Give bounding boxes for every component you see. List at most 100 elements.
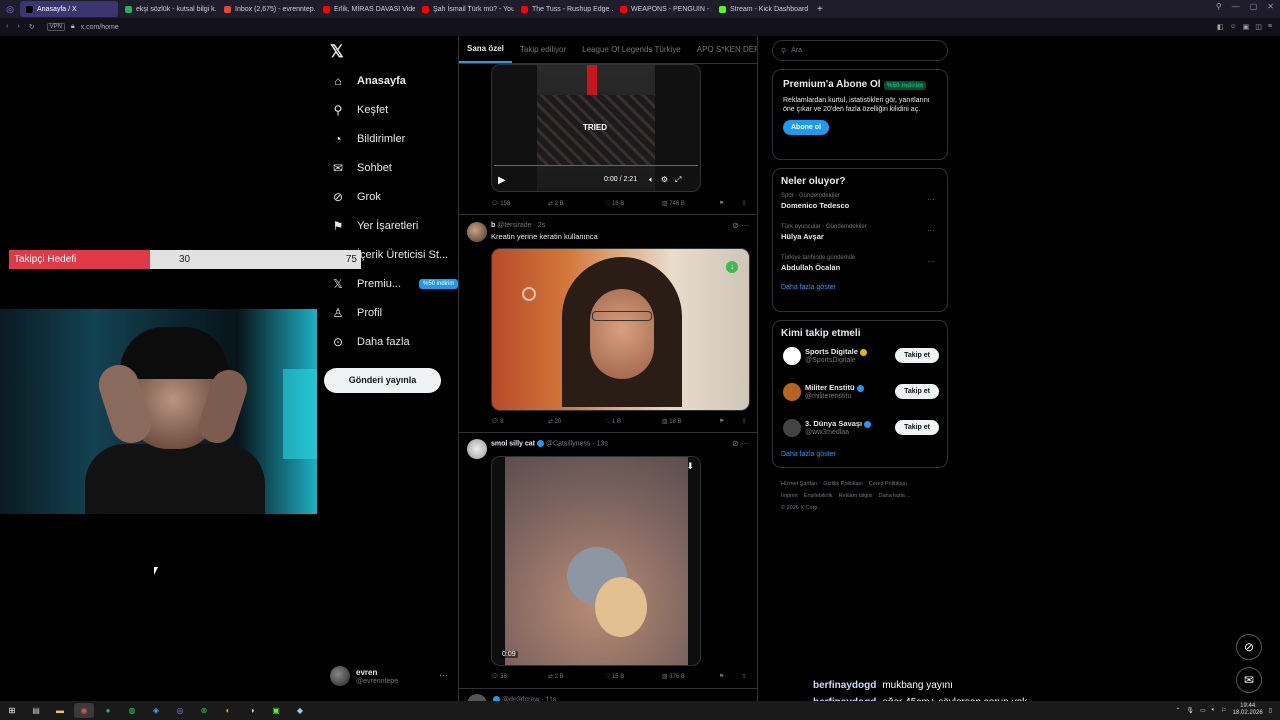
x-logo-icon[interactable]: 𝕏 xyxy=(330,42,344,62)
more-dots-icon[interactable]: ··· xyxy=(741,439,749,448)
bookmark-icon[interactable]: ⚑ xyxy=(719,200,742,207)
nav-item-mail[interactable]: ✉ Sohbet xyxy=(331,161,392,175)
xbox-icon[interactable]: ⊗ xyxy=(194,703,214,718)
steam-icon[interactable]: ◆ xyxy=(290,703,310,718)
account-switcher[interactable]: evren @evrenntepe ··· xyxy=(330,666,448,688)
share-icon[interactable]: ⇪ xyxy=(742,673,753,680)
tweet-handle[interactable]: @tersirade · 2s xyxy=(497,222,545,229)
tweet-handle[interactable]: @Catsillyness · 13s xyxy=(546,440,608,447)
menu-icon[interactable]: ≡ xyxy=(1268,23,1272,31)
download-icon[interactable]: ↓ xyxy=(726,261,738,273)
video-player[interactable]: TRIED ▶ 0:00 / 2:21 🔈︎ ⚙ ⤢ xyxy=(491,64,701,192)
bookmark-icon[interactable]: ⚑ xyxy=(719,418,742,425)
mic-icon[interactable]: 🎙︎ xyxy=(1186,707,1194,714)
file-explorer-icon[interactable]: ▬ xyxy=(50,703,70,718)
reply-button[interactable]: 💬︎ 8 xyxy=(491,418,548,425)
kick-icon[interactable]: ▣ xyxy=(266,703,286,718)
post-button[interactable]: Gönderi yayınla xyxy=(324,368,441,393)
browser-tab[interactable]: The Tuss - Rushup Edge ... xyxy=(515,1,613,17)
trends-more-link[interactable]: Daha fazla göster xyxy=(781,284,939,291)
lock-icon[interactable]: 🔒︎ xyxy=(71,23,75,31)
app-blue-icon[interactable]: ◈ xyxy=(146,703,166,718)
fullscreen-icon[interactable]: ⤢ xyxy=(675,175,681,185)
footer-link[interactable]: Gizlilik Politikası xyxy=(823,481,862,487)
repost-button[interactable]: ⇄ 2 B xyxy=(548,673,605,680)
more-dots-icon[interactable]: ··· xyxy=(927,195,935,204)
spotify-icon[interactable]: ● xyxy=(98,703,118,718)
footer-link[interactable]: Erişilebilirlik xyxy=(804,493,833,499)
grok-icon[interactable]: ⊘ xyxy=(1236,634,1262,660)
grok-icon[interactable]: ⊘ xyxy=(732,439,739,448)
avatar[interactable] xyxy=(783,347,801,365)
settings-icon[interactable]: ⚙ xyxy=(661,175,668,185)
feed-tab[interactable]: Takip ediliyor xyxy=(512,36,574,63)
nav-item-search[interactable]: ⚲ Keşfet xyxy=(331,103,389,117)
follow-more-link[interactable]: Daha fazla göster xyxy=(781,451,939,458)
feed-tab[interactable]: Sana özel xyxy=(459,36,512,63)
whatsapp-icon[interactable]: ◍ xyxy=(122,703,142,718)
task-view-icon[interactable]: ▤ xyxy=(26,703,46,718)
like-button[interactable]: ♡ 15 B xyxy=(605,673,662,680)
volume-icon[interactable]: 🔈︎ xyxy=(649,175,654,185)
footer-link[interactable]: © 2026 X Corp. xyxy=(781,505,819,511)
browser-tab[interactable]: Anasayfa / X xyxy=(20,1,118,17)
messages-icon[interactable]: ✉ xyxy=(1236,667,1262,693)
browser-tab[interactable]: Şah İsmail Türk mü? - You... xyxy=(416,1,514,17)
browser-tab[interactable]: Stream - Kick Dashboard xyxy=(713,1,811,17)
reply-button[interactable]: 💬︎ 158 xyxy=(491,200,548,207)
play-icon[interactable]: ▶ xyxy=(498,175,506,186)
follow-suggestion[interactable]: Sports Digitale @SportsDigitale Takip et xyxy=(781,343,939,375)
subscribe-button[interactable]: Abone ol xyxy=(783,120,829,135)
language-icon[interactable]: ⚐ xyxy=(1221,707,1226,714)
volume-icon[interactable]: 🔈︎ xyxy=(1212,707,1216,714)
nav-item-profile[interactable]: ♙ Profil xyxy=(331,306,382,320)
more-dots-icon[interactable]: ··· xyxy=(439,670,448,680)
nav-item-grok[interactable]: ⊘ Grok xyxy=(331,190,381,204)
tweet-media-video[interactable]: ⬇ 0:09 xyxy=(491,456,701,666)
follow-button[interactable]: Takip et xyxy=(895,420,939,435)
clock[interactable]: 19:44 18.02.2026 xyxy=(1233,703,1263,717)
start-icon[interactable]: ⊞ xyxy=(2,703,22,718)
avatar[interactable] xyxy=(467,222,487,242)
follow-suggestion[interactable]: Militer Enstitü @militerenstitu Takip et xyxy=(781,379,939,411)
tab-search-icon[interactable]: ⚲ xyxy=(1216,2,1222,11)
app-red-icon[interactable]: ◉ xyxy=(74,703,94,718)
nav-item-home[interactable]: ⌂ Anasayfa xyxy=(331,74,406,88)
avatar[interactable] xyxy=(467,439,487,459)
maximize-icon[interactable]: ▢ xyxy=(1250,2,1258,11)
trend-item[interactable]: Türk oyuncular · Gündemdekiler Hülya Avşa… xyxy=(781,224,939,249)
footer-link[interactable]: Çerez Politikası xyxy=(869,481,907,487)
search-input[interactable]: ⚲ Ara xyxy=(772,40,948,61)
nav-item-bookmark[interactable]: ⚑ Yer İşaretleri xyxy=(331,219,419,233)
trend-item[interactable]: Spor · Gündemdekiler Domenico Tedesco ··· xyxy=(781,193,939,218)
obs-icon[interactable]: ◑ xyxy=(242,703,262,718)
more-dots-icon[interactable]: ··· xyxy=(927,226,935,235)
tweet-author[interactable]: smol silly cat xyxy=(491,440,535,447)
wallet-icon[interactable]: ▣ xyxy=(1243,23,1250,31)
browser-taskbar-icon[interactable]: ◎ xyxy=(170,703,190,718)
avatar[interactable] xyxy=(783,383,801,401)
tweet-media-image[interactable]: ↓ xyxy=(491,248,750,411)
views-button[interactable]: ▥ 746 B xyxy=(662,200,719,207)
browser-tab[interactable]: WEAPONS - PENGUIN - ... xyxy=(614,1,712,17)
browser-tab[interactable]: Erlik, MİRAS DAVASI Vide... xyxy=(317,1,415,17)
vpn-badge[interactable]: VPN xyxy=(46,23,65,31)
reply-button[interactable]: 💬︎ 38 xyxy=(491,673,548,680)
extension-icon[interactable]: ◧ xyxy=(1217,23,1224,31)
repost-button[interactable]: ⇄ 2 B xyxy=(548,200,605,207)
more-dots-icon[interactable]: ··· xyxy=(741,221,749,230)
sidebar-icon[interactable]: ◫ xyxy=(1255,23,1262,31)
views-button[interactable]: ▥ 18 B xyxy=(662,418,719,425)
share-icon[interactable]: ⇪ xyxy=(742,200,753,207)
close-icon[interactable]: ✕ xyxy=(1267,2,1274,11)
footer-link[interactable]: Imprint xyxy=(781,493,798,499)
views-button[interactable]: ▥ 376 B xyxy=(662,673,719,680)
reload-icon[interactable]: ↻ xyxy=(29,23,35,31)
browser-tab[interactable]: Inbox (2,675) - evrenntep... xyxy=(218,1,316,17)
nav-item-x-premium[interactable]: 𝕏 Premiu... %50 indirim xyxy=(331,277,459,291)
url-field[interactable]: x.com/home xyxy=(81,24,119,31)
like-button[interactable]: ♡ 16 B xyxy=(605,200,662,207)
follow-button[interactable]: Takip et xyxy=(895,348,939,363)
tweet-author[interactable]: b xyxy=(491,222,495,229)
share-icon[interactable]: ⇪ xyxy=(742,418,753,425)
